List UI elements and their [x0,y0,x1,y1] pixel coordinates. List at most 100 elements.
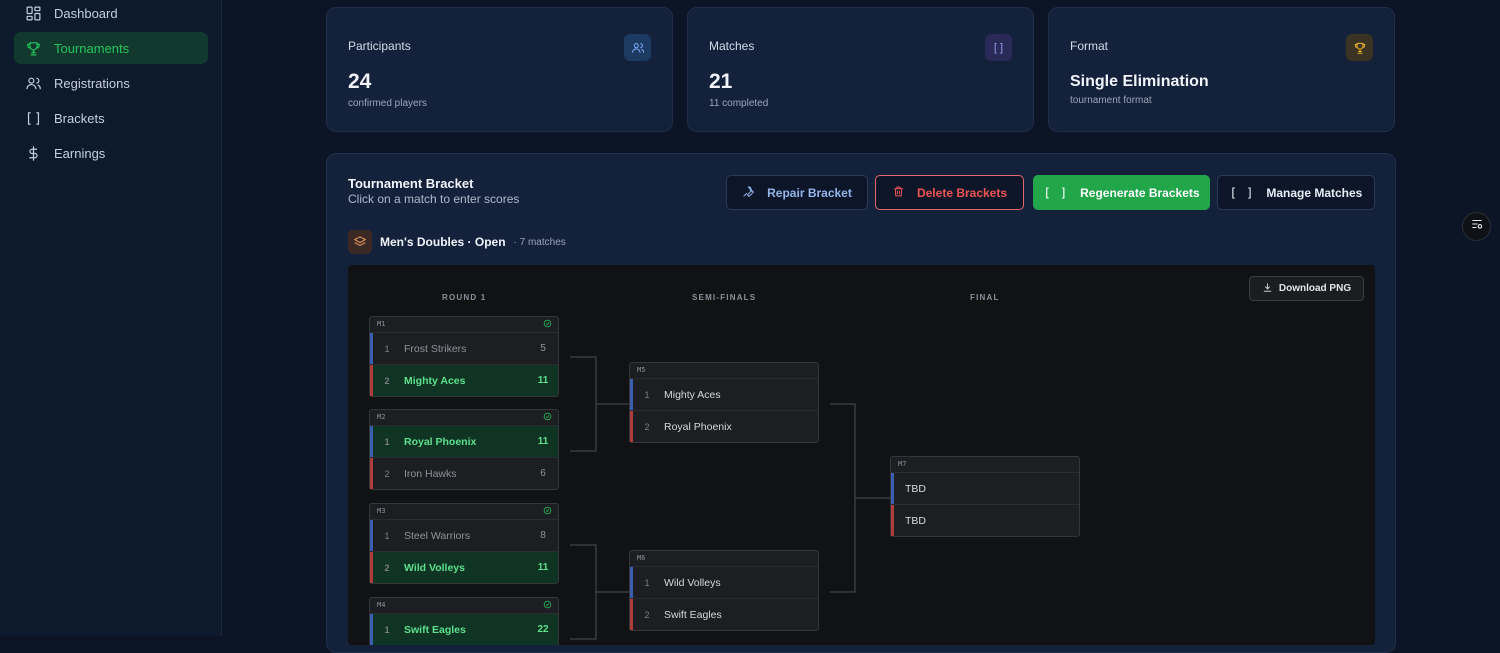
sidebar-item-earnings[interactable]: Earnings [14,137,208,169]
team-name: Royal Phoenix [404,435,477,448]
stat-label: Matches [709,39,755,53]
bracket-title: Tournament Bracket [348,176,474,191]
match-card[interactable]: M1 1 Frost Strikers 5 2 Mighty Aces 11 [369,316,559,397]
sidebar-item-registrations[interactable]: Registrations [14,67,208,99]
bracket-subtitle: Click on a match to enter scores [348,192,520,206]
team-name: Swift Eagles [404,623,466,636]
button-label: Repair Bracket [767,185,852,200]
match-id: M6 [637,554,646,562]
list-settings-icon [1470,217,1484,236]
match-slot: 2 Royal Phoenix [630,410,818,442]
score: 11 [537,436,549,447]
score: 6 [540,468,546,479]
score: 11 [537,375,549,386]
team-name: Wild Volleys [404,561,465,574]
match-slot-winner: 2 Mighty Aces 11 [370,364,558,396]
match-id: M5 [637,366,646,374]
layers-icon [348,230,372,254]
sidebar-item-label: Registrations [54,75,130,91]
brackets-icon: [ ] [1043,185,1069,200]
check-circle-icon [543,600,552,609]
match-slot: 2 Iron Hawks 6 [370,457,558,489]
match-slot: TBD [891,504,1079,536]
division-header: Men's Doubles · Open · 7 matches [348,230,566,254]
brackets-icon: [ ] [1229,185,1255,200]
round-label: ROUND 1 [442,293,487,302]
team-name: Steel Warriors [404,529,471,542]
team-name: Mighty Aces [404,374,466,387]
dashboard-icon [24,4,42,22]
score: 8 [540,530,546,541]
division-match-count: · 7 matches [513,236,566,248]
sidebar-item-brackets[interactable]: Brackets [14,102,208,134]
brackets-icon: [ ] [985,34,1012,61]
seed: 1 [384,530,390,541]
wrench-icon [742,185,755,201]
team-name: TBD [905,482,926,495]
delete-brackets-button[interactable]: Delete Brackets [875,175,1024,210]
stat-value: 21 [709,70,733,93]
stat-value: Single Elimination [1070,73,1209,90]
match-card[interactable]: M7 TBD TBD [890,456,1080,537]
round-label: SEMI-FINALS [692,293,757,302]
match-slot: 1 Wild Volleys [630,566,818,598]
match-id: M4 [377,601,386,609]
dollar-icon [24,144,42,162]
stat-sub: confirmed players [348,98,427,109]
sidebar-item-tournaments[interactable]: Tournaments [14,32,208,64]
seed: 1 [644,389,650,400]
match-slot-winner: 1 Swift Eagles 22 [370,613,558,645]
seed: 1 [384,436,390,447]
match-slot: 1 Frost Strikers 5 [370,332,558,364]
regenerate-brackets-button[interactable]: [ ] Regenerate Brackets [1033,175,1210,210]
trophy-icon [24,39,42,57]
match-card[interactable]: M3 1 Steel Warriors 8 2 Wild Volleys 11 [369,503,559,584]
score: 11 [537,562,549,573]
match-slot-winner: 1 Royal Phoenix 11 [370,425,558,457]
team-name: Mighty Aces [664,388,721,401]
stat-sub: tournament format [1070,95,1152,106]
check-circle-icon [543,412,552,421]
match-card[interactable]: M2 1 Royal Phoenix 11 2 Iron Hawks 6 [369,409,559,490]
seed: 1 [384,624,390,635]
score: 22 [537,624,549,635]
match-id: M1 [377,320,386,328]
floating-menu-button[interactable] [1462,212,1491,241]
trash-icon [892,185,905,201]
button-label: Manage Matches [1266,185,1363,200]
team-name: Frost Strikers [404,342,467,355]
stat-sub: 11 completed [709,98,769,109]
seed: 1 [384,343,390,354]
bracket-canvas: ROUND 1 SEMI-FINALS FINAL Download PNG M… [348,265,1375,645]
team-name: TBD [905,514,926,527]
match-card[interactable]: M4 1 Swift Eagles 22 [369,597,559,645]
match-slot: 1 Mighty Aces [630,378,818,410]
manage-matches-button[interactable]: [ ] Manage Matches [1217,175,1375,210]
seed: 2 [644,421,650,432]
check-circle-icon [543,506,552,515]
trophy-icon [1346,34,1373,61]
seed: 1 [644,577,650,588]
match-card[interactable]: M5 1 Mighty Aces 2 Royal Phoenix [629,362,819,443]
team-name: Swift Eagles [664,608,722,621]
stat-value: 24 [348,70,372,93]
sidebar-item-dashboard[interactable]: Dashboard [14,0,208,29]
sidebar: Dashboard Tournaments Registrations Brac… [0,0,222,636]
download-icon [1262,282,1273,296]
repair-bracket-button[interactable]: Repair Bracket [726,175,868,210]
sidebar-item-label: Earnings [54,145,106,161]
tournament-bracket-card: Tournament Bracket Click on a match to e… [326,153,1396,653]
seed: 2 [644,609,650,620]
team-name: Royal Phoenix [664,420,732,433]
button-label: Regenerate Brackets [1080,185,1200,200]
download-png-button[interactable]: Download PNG [1249,276,1364,301]
match-slot: 2 Swift Eagles [630,598,818,630]
seed: 2 [384,562,390,573]
score: 5 [540,343,546,354]
match-id: M7 [898,460,907,468]
match-slot-winner: 2 Wild Volleys 11 [370,551,558,583]
match-card[interactable]: M6 1 Wild Volleys 2 Swift Eagles [629,550,819,631]
sidebar-item-label: Brackets [54,110,105,126]
brackets-icon [24,109,42,127]
sidebar-item-label: Tournaments [54,40,130,56]
